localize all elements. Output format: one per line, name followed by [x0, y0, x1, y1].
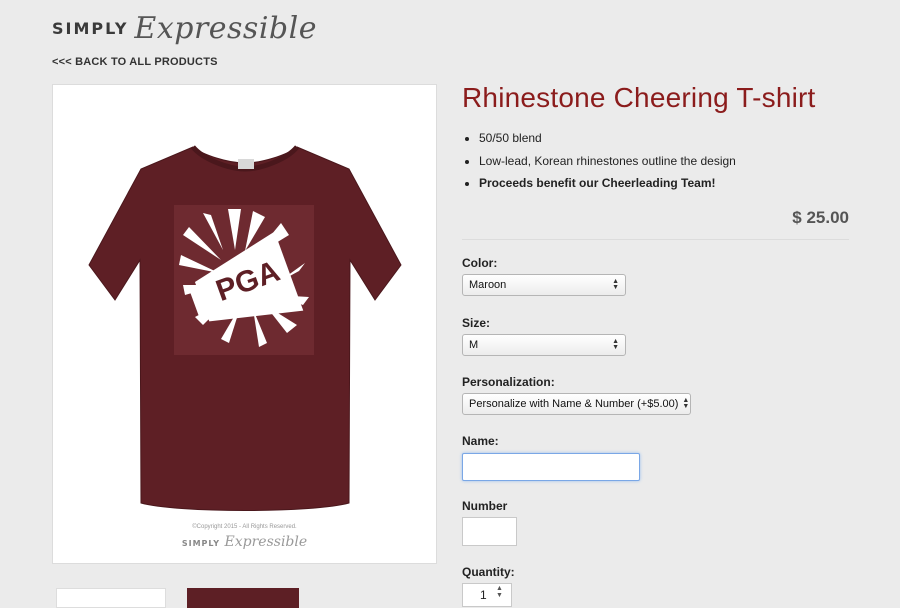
size-label: Size:: [462, 316, 491, 330]
name-input[interactable]: [462, 453, 640, 481]
number-input[interactable]: [462, 517, 517, 546]
watermark-expressible: Expressible: [224, 534, 308, 550]
feature-item: Low-lead, Korean rhinestones outline the…: [479, 153, 736, 176]
personalization-label: Personalization:: [462, 375, 555, 389]
divider: [462, 239, 849, 240]
image-copyright: ©Copyright 2015 - All Rights Reserved.: [192, 524, 297, 530]
thumbnail-1[interactable]: [56, 588, 166, 608]
updown-arrows-icon: ▲ ▼: [612, 278, 619, 291]
image-watermark-logo: SIMPLY Expressible: [53, 533, 436, 551]
updown-arrows-icon: ▲ ▼: [682, 397, 690, 410]
updown-arrows-icon: ▲ ▼: [612, 338, 619, 351]
personalization-select[interactable]: Personalize with Name & Number (+$5.00) …: [462, 393, 691, 415]
size-select-value: M: [469, 339, 479, 351]
feature-item: 50/50 blend: [479, 130, 736, 153]
feature-list: 50/50 blend Low-lead, Korean rhinestones…: [462, 130, 736, 198]
color-select-value: Maroon: [469, 279, 507, 291]
back-to-products-link[interactable]: <<< BACK TO ALL PRODUCTS: [52, 56, 218, 68]
product-title: Rhinestone Cheering T-shirt: [462, 82, 816, 113]
size-select[interactable]: M ▲ ▼: [462, 334, 626, 356]
watermark-simply: SIMPLY: [181, 539, 221, 548]
product-price: $ 25.00: [792, 208, 849, 227]
spinner-icon[interactable]: ▲ ▼: [496, 585, 503, 599]
logo-expressible-text: Expressible: [134, 10, 317, 46]
feature-item: Proceeds benefit our Cheerleading Team!: [479, 175, 736, 198]
site-logo[interactable]: SIMPLY Expressible: [52, 6, 317, 50]
product-image-panel[interactable]: PGA ©Copyright 2015 - All Rights Reserve…: [52, 84, 437, 564]
product-image: PGA: [88, 145, 402, 511]
quantity-label: Quantity:: [462, 565, 515, 579]
color-select[interactable]: Maroon ▲ ▼: [462, 274, 626, 296]
color-label: Color:: [462, 256, 498, 270]
personalization-select-value: Personalize with Name & Number (+$5.00): [469, 398, 679, 410]
shirt-tag: [238, 159, 254, 169]
name-label: Name:: [462, 434, 499, 448]
thumbnail-2[interactable]: [187, 588, 299, 608]
logo-simply-text: SIMPLY: [52, 18, 129, 38]
quantity-input[interactable]: 1: [462, 583, 512, 607]
number-label: Number: [462, 499, 508, 513]
